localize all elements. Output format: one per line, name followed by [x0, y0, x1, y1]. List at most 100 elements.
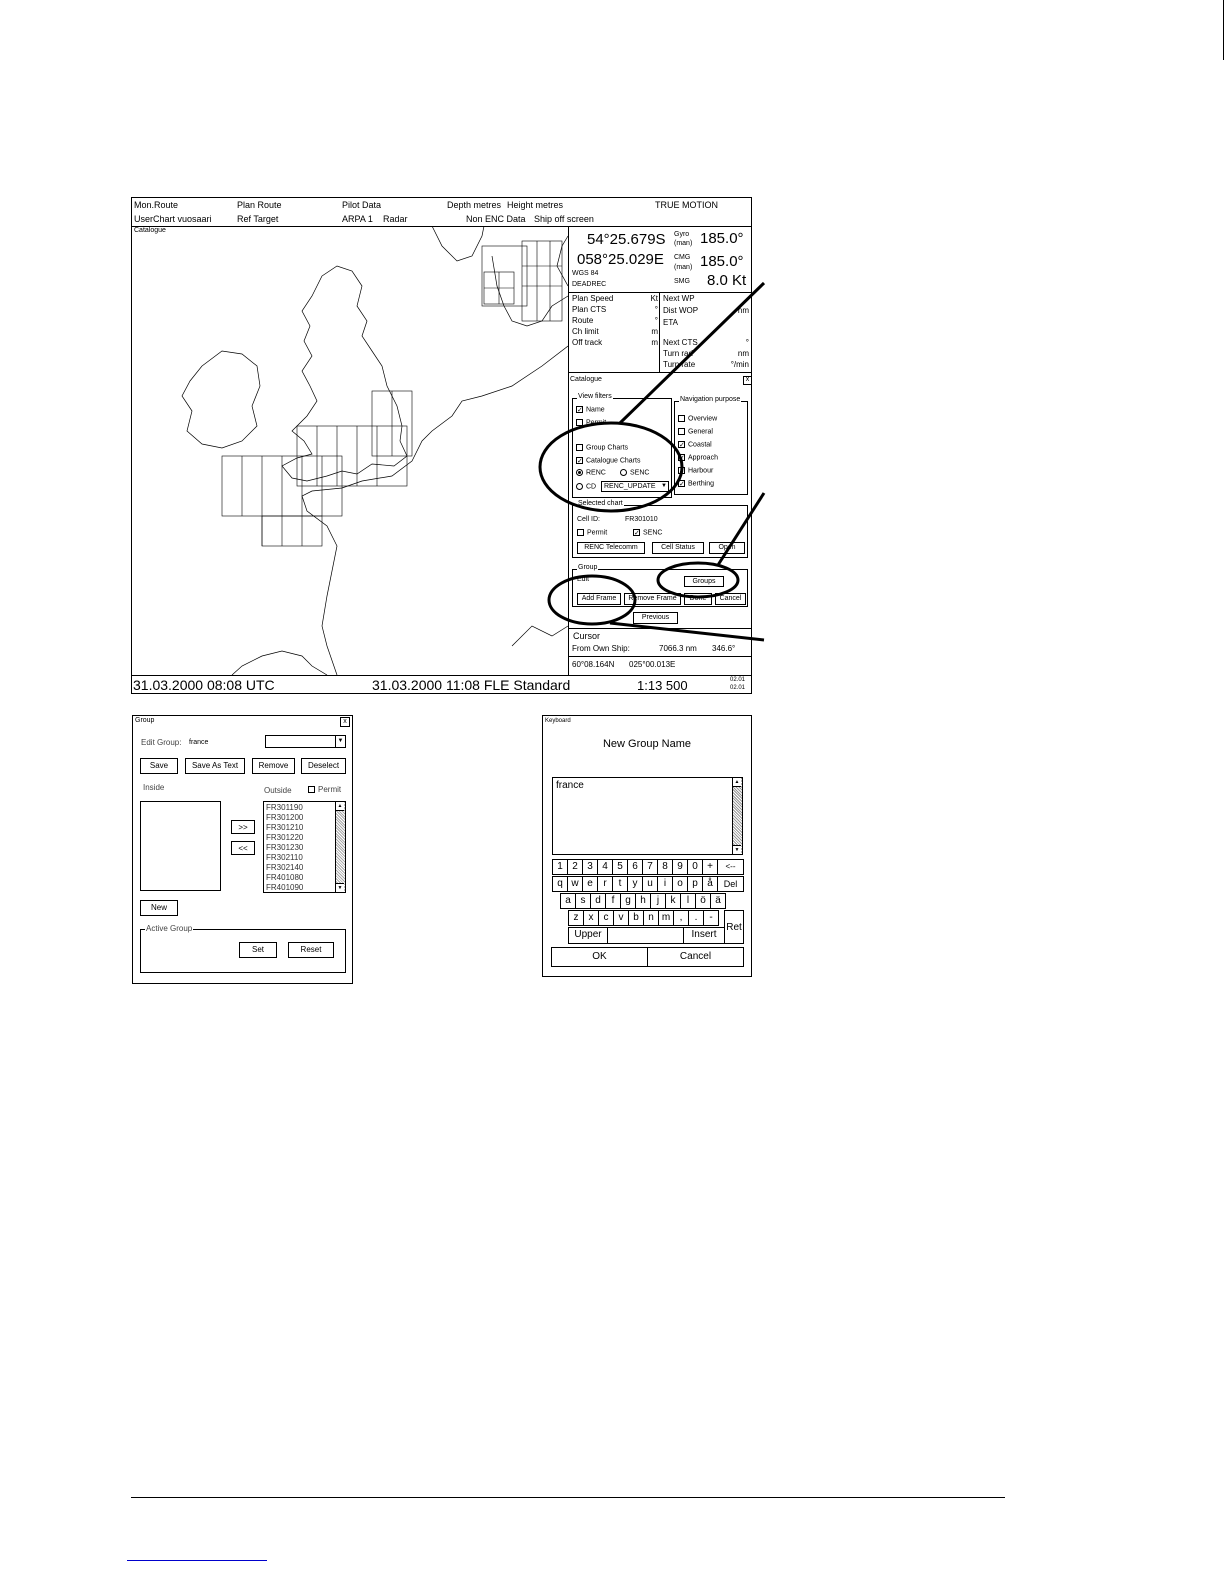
outside-list-scrollbar[interactable]: ▲ ▼	[335, 802, 345, 892]
key-v[interactable]: v	[613, 910, 629, 926]
key-l[interactable]: l	[680, 893, 696, 909]
depth-units-button[interactable]: Depth metres	[447, 200, 501, 210]
key-backspace[interactable]: <--	[717, 859, 744, 875]
scroll-down-icon[interactable]: ▼	[733, 845, 741, 854]
key-insert[interactable]: Insert	[683, 927, 725, 944]
key-u[interactable]: u	[642, 876, 658, 892]
pilot-data-button[interactable]: Pilot Data	[342, 200, 381, 210]
deselect-button[interactable]: Deselect	[301, 758, 346, 774]
key-b[interactable]: b	[628, 910, 644, 926]
remove-frame-button[interactable]: Remove Frame	[624, 593, 681, 605]
key-i[interactable]: i	[657, 876, 673, 892]
move-right-button[interactable]: >>	[231, 820, 255, 834]
key-delete[interactable]: Del	[717, 876, 744, 892]
permit-checkbox[interactable]: Permit	[576, 419, 606, 426]
key-space[interactable]	[607, 927, 684, 944]
list-item[interactable]: FR301230	[266, 843, 303, 853]
scroll-up-icon[interactable]: ▲	[336, 802, 344, 811]
key-a-ring[interactable]: å	[702, 876, 718, 892]
key-1[interactable]: 1	[552, 859, 568, 875]
move-left-button[interactable]: <<	[231, 841, 255, 855]
non-enc-data-button[interactable]: Non ENC Data	[466, 214, 526, 224]
key-e[interactable]: e	[582, 876, 598, 892]
key-p[interactable]: p	[687, 876, 703, 892]
group-name-textarea[interactable]: france ▲ ▼	[552, 777, 743, 855]
set-button[interactable]: Set	[239, 942, 277, 958]
purpose-approach-checkbox[interactable]: ✓ Approach	[678, 454, 718, 462]
key-f[interactable]: f	[605, 893, 621, 909]
radar-button[interactable]: Radar	[383, 214, 408, 224]
key-x[interactable]: x	[583, 910, 599, 926]
list-item[interactable]: FR301190	[266, 803, 303, 813]
key-0[interactable]: 0	[687, 859, 703, 875]
list-item[interactable]: FR301220	[266, 833, 303, 843]
selected-permit-checkbox[interactable]: Permit	[577, 529, 607, 536]
list-item[interactable]: FR401090	[266, 883, 303, 892]
key-h[interactable]: h	[635, 893, 651, 909]
outside-permit-checkbox[interactable]: Permit	[308, 785, 341, 794]
save-button[interactable]: Save	[140, 758, 178, 774]
scroll-up-icon[interactable]: ▲	[733, 778, 741, 787]
key-w[interactable]: w	[567, 876, 583, 892]
key-r[interactable]: r	[597, 876, 613, 892]
key-s[interactable]: s	[575, 893, 591, 909]
renc-radio[interactable]: RENC	[576, 469, 606, 476]
key-q[interactable]: q	[552, 876, 568, 892]
list-item[interactable]: FR302140	[266, 863, 303, 873]
key-6[interactable]: 6	[627, 859, 643, 875]
reset-button[interactable]: Reset	[288, 942, 334, 958]
groups-button[interactable]: Groups	[684, 576, 724, 587]
chart-scale[interactable]: 1:13 500	[637, 678, 688, 693]
key-a-umlaut[interactable]: ä	[710, 893, 726, 909]
key-3[interactable]: 3	[582, 859, 598, 875]
motion-mode-button[interactable]: TRUE MOTION	[655, 200, 718, 210]
key-8[interactable]: 8	[657, 859, 673, 875]
cancel-button[interactable]: Cancel	[647, 947, 744, 967]
save-as-text-button[interactable]: Save As Text	[185, 758, 245, 774]
purpose-general-checkbox[interactable]: General	[678, 428, 713, 435]
key-k[interactable]: k	[665, 893, 681, 909]
ref-target-button[interactable]: Ref Target	[237, 214, 278, 224]
key-2[interactable]: 2	[567, 859, 583, 875]
group-dialog-close-icon[interactable]: x	[340, 717, 350, 727]
height-units-button[interactable]: Height metres	[507, 200, 563, 210]
outside-list[interactable]: FR301190 FR301200 FR301210 FR301220 FR30…	[263, 801, 346, 893]
userchart-button[interactable]: UserChart vuosaari	[134, 214, 212, 224]
key-z[interactable]: z	[568, 910, 584, 926]
edit-group-select[interactable]: ▼	[265, 735, 346, 748]
ship-off-screen-button[interactable]: Ship off screen	[534, 214, 594, 224]
key-o[interactable]: o	[672, 876, 688, 892]
key-m[interactable]: m	[658, 910, 674, 926]
key-return[interactable]: Ret	[724, 910, 744, 944]
list-item[interactable]: FR301200	[266, 813, 303, 823]
cd-radio[interactable]: CD	[576, 483, 596, 490]
done-button[interactable]: Done	[684, 593, 712, 605]
key-comma[interactable]: ,	[673, 910, 689, 926]
remove-button[interactable]: Remove	[252, 758, 295, 774]
key-5[interactable]: 5	[612, 859, 628, 875]
purpose-overview-checkbox[interactable]: Overview	[678, 415, 717, 422]
add-frame-button[interactable]: Add Frame	[577, 593, 621, 605]
scroll-down-icon[interactable]: ▼	[336, 883, 344, 892]
group-charts-checkbox[interactable]: Group Charts	[576, 444, 628, 451]
key-d[interactable]: d	[590, 893, 606, 909]
key-4[interactable]: 4	[597, 859, 613, 875]
key-y[interactable]: y	[627, 876, 643, 892]
list-item[interactable]: FR301210	[266, 823, 303, 833]
purpose-harbour-checkbox[interactable]: ✓ Harbour	[678, 467, 713, 475]
name-checkbox[interactable]: ✓ Name	[576, 406, 605, 414]
textarea-scrollbar[interactable]: ▲ ▼	[732, 778, 742, 854]
key-t[interactable]: t	[612, 876, 628, 892]
selected-senc-checkbox[interactable]: ✓ SENC	[633, 529, 662, 537]
renc-telecomm-button[interactable]: RENC Telecomm	[577, 542, 645, 554]
open-button[interactable]: Open	[709, 542, 745, 554]
senc-radio[interactable]: SENC	[620, 469, 649, 476]
new-button[interactable]: New	[140, 900, 178, 916]
purpose-berthing-checkbox[interactable]: ✓ Berthing	[678, 480, 714, 488]
cd-select[interactable]: RENC_UPDATE ▼	[601, 481, 669, 492]
key-n[interactable]: n	[643, 910, 659, 926]
key-c[interactable]: c	[598, 910, 614, 926]
mon-route-button[interactable]: Mon.Route	[134, 200, 178, 210]
key-period[interactable]: .	[688, 910, 704, 926]
list-item[interactable]: FR302110	[266, 853, 303, 863]
